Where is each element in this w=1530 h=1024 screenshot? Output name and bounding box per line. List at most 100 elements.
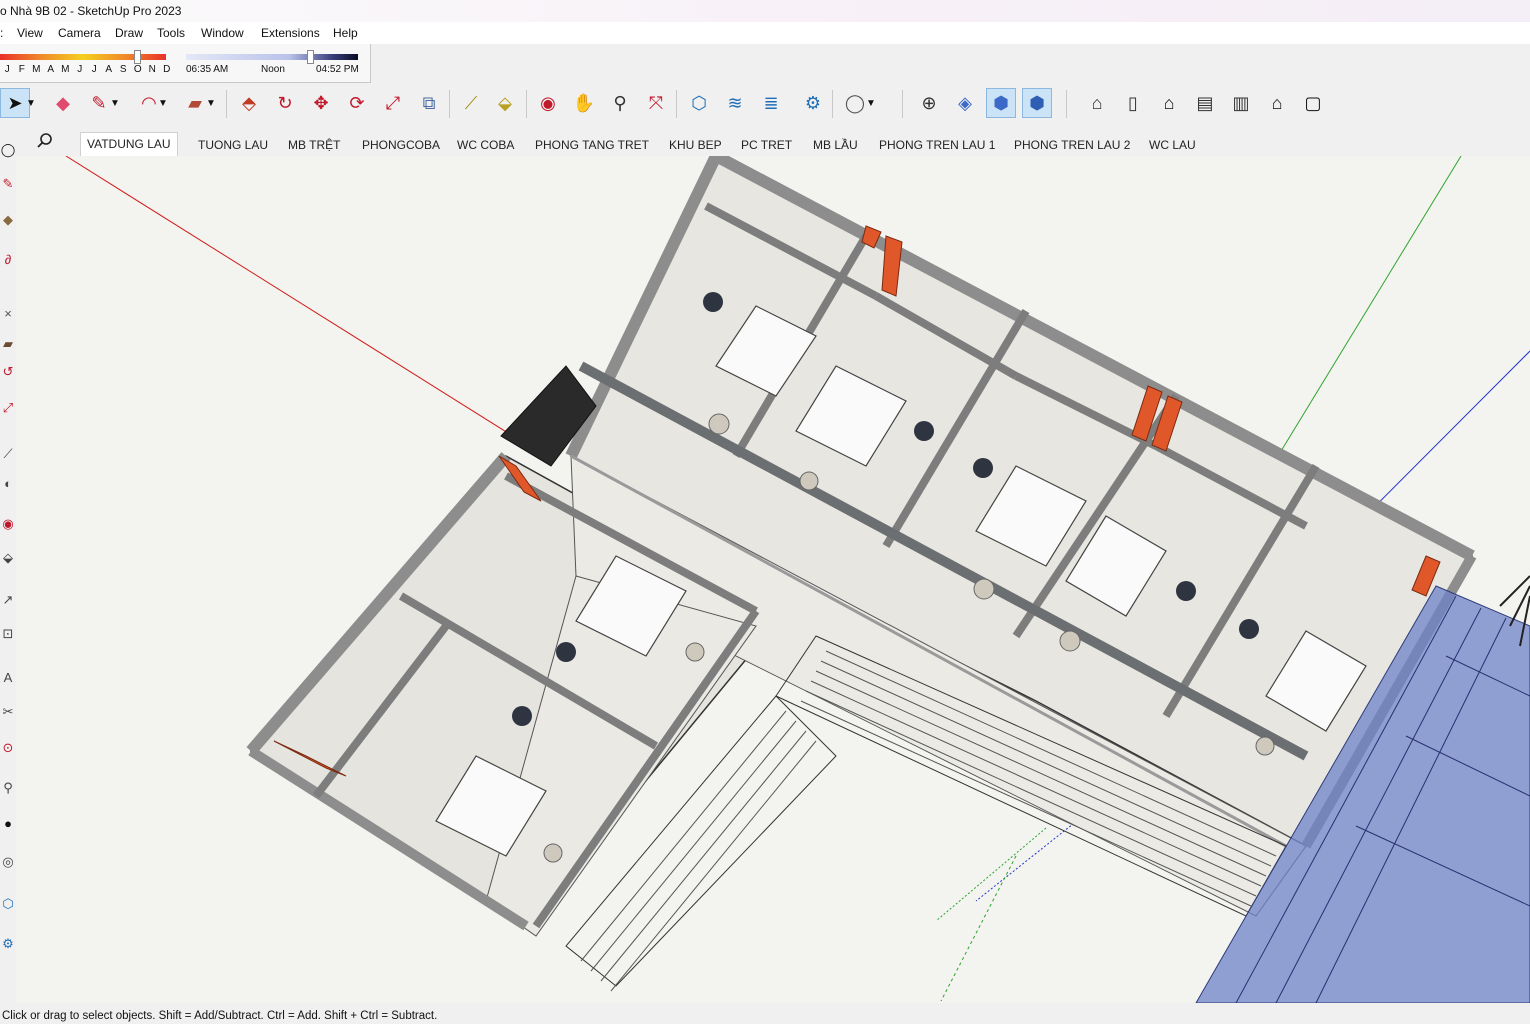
menu-view[interactable]: View: [17, 26, 43, 40]
follow-me-icon[interactable]: ↻: [270, 88, 300, 118]
xray-icon[interactable]: ◈: [950, 88, 980, 118]
scene-tab[interactable]: PHONGCOBA: [356, 134, 446, 156]
warehouse-icon[interactable]: ⬡: [684, 88, 714, 118]
text-tool-icon[interactable]: A: [0, 668, 16, 688]
extension-warehouse-icon[interactable]: ≋: [720, 88, 750, 118]
shaded-icon[interactable]: ⬢: [1022, 88, 1052, 118]
walk-tool-icon[interactable]: ⊙: [0, 738, 16, 758]
model-viewport[interactable]: [16, 156, 1530, 1003]
zoom-icon[interactable]: ⚲: [605, 88, 635, 118]
zoom-extents-icon[interactable]: ⤧: [641, 88, 671, 118]
dimension-tool-icon[interactable]: ⊡: [0, 624, 16, 644]
orbit-tool-icon[interactable]: ◉: [0, 514, 16, 534]
menu-tools[interactable]: Tools: [157, 26, 185, 40]
close-icon[interactable]: ×: [0, 304, 16, 324]
chevron-down-icon[interactable]: ▼: [24, 88, 38, 118]
scene-tab[interactable]: MB TRỆT: [282, 134, 346, 156]
extension-tool-icon[interactable]: ⚙: [0, 934, 16, 954]
orbit-icon[interactable]: ◉: [533, 88, 563, 118]
push-pull-icon[interactable]: ⬘: [234, 88, 264, 118]
time-start-label: 06:35 AM: [186, 64, 229, 75]
bottom-view-icon[interactable]: ▢: [1298, 88, 1328, 118]
paint-tool-icon[interactable]: ⬙: [0, 548, 16, 568]
menu-help[interactable]: Help: [333, 26, 358, 40]
month-label: O: [133, 64, 142, 75]
push-tool-icon[interactable]: ▰: [0, 334, 16, 354]
position-camera-icon[interactable]: ●: [0, 814, 16, 834]
scene-tab[interactable]: KHU BEP: [663, 134, 728, 156]
green-axis: [1277, 156, 1462, 457]
chevron-down-icon[interactable]: ▼: [204, 88, 218, 118]
time-end-label: 04:52 PM: [316, 64, 359, 75]
scene-tab[interactable]: VATDUNG LAU: [80, 132, 178, 157]
month-slider-thumb[interactable]: [134, 50, 141, 64]
left-view-icon[interactable]: ⌂: [1262, 88, 1292, 118]
month-slider-track[interactable]: [0, 54, 166, 60]
top-view-icon[interactable]: ▯: [1118, 88, 1148, 118]
circle-tool-icon[interactable]: ◯: [0, 140, 16, 160]
menu-window[interactable]: Window: [201, 26, 244, 40]
month-label: J: [91, 64, 97, 75]
look-around-icon[interactable]: ◎: [0, 852, 16, 872]
eraser-icon[interactable]: ◆: [48, 88, 78, 118]
move-icon[interactable]: ✥: [306, 88, 336, 118]
status-text: Click or drag to select objects. Shift =…: [2, 1010, 438, 1022]
month-label: J: [4, 64, 10, 75]
status-bar: Click or drag to select objects. Shift =…: [0, 1003, 1530, 1022]
pan-icon[interactable]: ✋: [569, 88, 599, 118]
front-view-icon[interactable]: ⌂: [1154, 88, 1184, 118]
section-tool-icon[interactable]: ✂: [0, 702, 16, 722]
axes-tool-icon[interactable]: ↗: [0, 590, 16, 610]
main-toolbar: ➤ ▼ ◆ ✎ ▼ ◠ ▼ ▰ ▼ ⬘ ↻ ✥ ⟳ ⤢ ⧉ ⟋ ⬙ ◉ ✋ ⚲ …: [0, 86, 1530, 122]
month-labels: JFMAMJJASOND: [0, 64, 174, 75]
layout-icon[interactable]: ≣: [756, 88, 786, 118]
chevron-down-icon[interactable]: ▼: [108, 88, 122, 118]
month-label: A: [47, 64, 55, 75]
scale-icon[interactable]: ⤢: [378, 88, 408, 118]
left-toolbar: ◯ ✎ ◆ ∂ × ▰ ↺ ⤢ ⟋ ◐ ◉ ⬙ ↗ ⊡ A ✂ ⊙ ⚲ ● ◎ …: [0, 128, 17, 1000]
month-label: M: [32, 64, 41, 75]
warehouse-tool-icon[interactable]: ⬡: [0, 894, 16, 914]
back-edges-icon[interactable]: ⬢: [986, 88, 1016, 118]
window-title: o Nhà 9B 02 - SketchUp Pro 2023: [0, 4, 182, 18]
iso-view-icon[interactable]: ⌂: [1082, 88, 1112, 118]
time-slider-track[interactable]: [186, 54, 358, 60]
scene-tab[interactable]: PHONG TREN LAU 2: [1008, 134, 1136, 156]
extension-manager-icon[interactable]: ⚙: [798, 88, 828, 118]
chevron-down-icon[interactable]: ▼: [156, 88, 170, 118]
scene-tab[interactable]: PHONG TANG TRET: [529, 134, 655, 156]
protractor-tool-icon[interactable]: ◐: [0, 474, 16, 494]
paint-bucket-icon[interactable]: ⬙: [490, 88, 520, 118]
title-bar: o Nhà 9B 02 - SketchUp Pro 2023: [0, 0, 1530, 22]
menu-camera[interactable]: Camera: [58, 26, 101, 40]
model-drawing[interactable]: [16, 156, 1530, 1003]
menu-draw[interactable]: Draw: [115, 26, 143, 40]
offset-icon[interactable]: ⧉: [414, 88, 444, 118]
pencil-tool-icon[interactable]: ✎: [0, 174, 16, 194]
rotate-tool-icon[interactable]: ↺: [0, 362, 16, 382]
tape-tool-icon[interactable]: ⟋: [0, 444, 16, 464]
scene-tab[interactable]: PHONG TREN LAU 1: [873, 134, 1001, 156]
search-icon[interactable]: [36, 132, 58, 152]
menu-extensions[interactable]: Extensions: [261, 26, 320, 40]
rotate-icon[interactable]: ⟳: [342, 88, 372, 118]
right-view-icon[interactable]: ▤: [1190, 88, 1220, 118]
back-view-icon[interactable]: ▥: [1226, 88, 1256, 118]
chevron-down-icon[interactable]: ▼: [864, 88, 878, 118]
section-plane-icon[interactable]: ⊕: [914, 88, 944, 118]
month-label: D: [163, 64, 171, 75]
shape-tool-icon[interactable]: ◆: [0, 210, 16, 230]
scale-tool-icon[interactable]: ⤢: [0, 398, 16, 418]
scene-tab[interactable]: TUONG LAU: [192, 134, 274, 156]
time-slider-thumb[interactable]: [307, 50, 314, 64]
scene-tab[interactable]: MB LẦU: [807, 134, 864, 156]
tape-measure-icon[interactable]: ⟋: [456, 88, 486, 118]
shadow-settings-panel: JFMAMJJASOND 06:35 AM Noon 04:52 PM: [0, 44, 371, 83]
scene-tab[interactable]: WC LAU: [1143, 134, 1202, 156]
time-noon-label: Noon: [261, 64, 285, 75]
menu-file-fragment[interactable]: :: [0, 26, 3, 40]
scene-tab[interactable]: PC TRET: [735, 134, 798, 156]
scene-tab[interactable]: WC COBA: [451, 134, 520, 156]
freehand-tool-icon[interactable]: ∂: [0, 250, 16, 270]
zoom-tool-icon[interactable]: ⚲: [0, 778, 16, 798]
